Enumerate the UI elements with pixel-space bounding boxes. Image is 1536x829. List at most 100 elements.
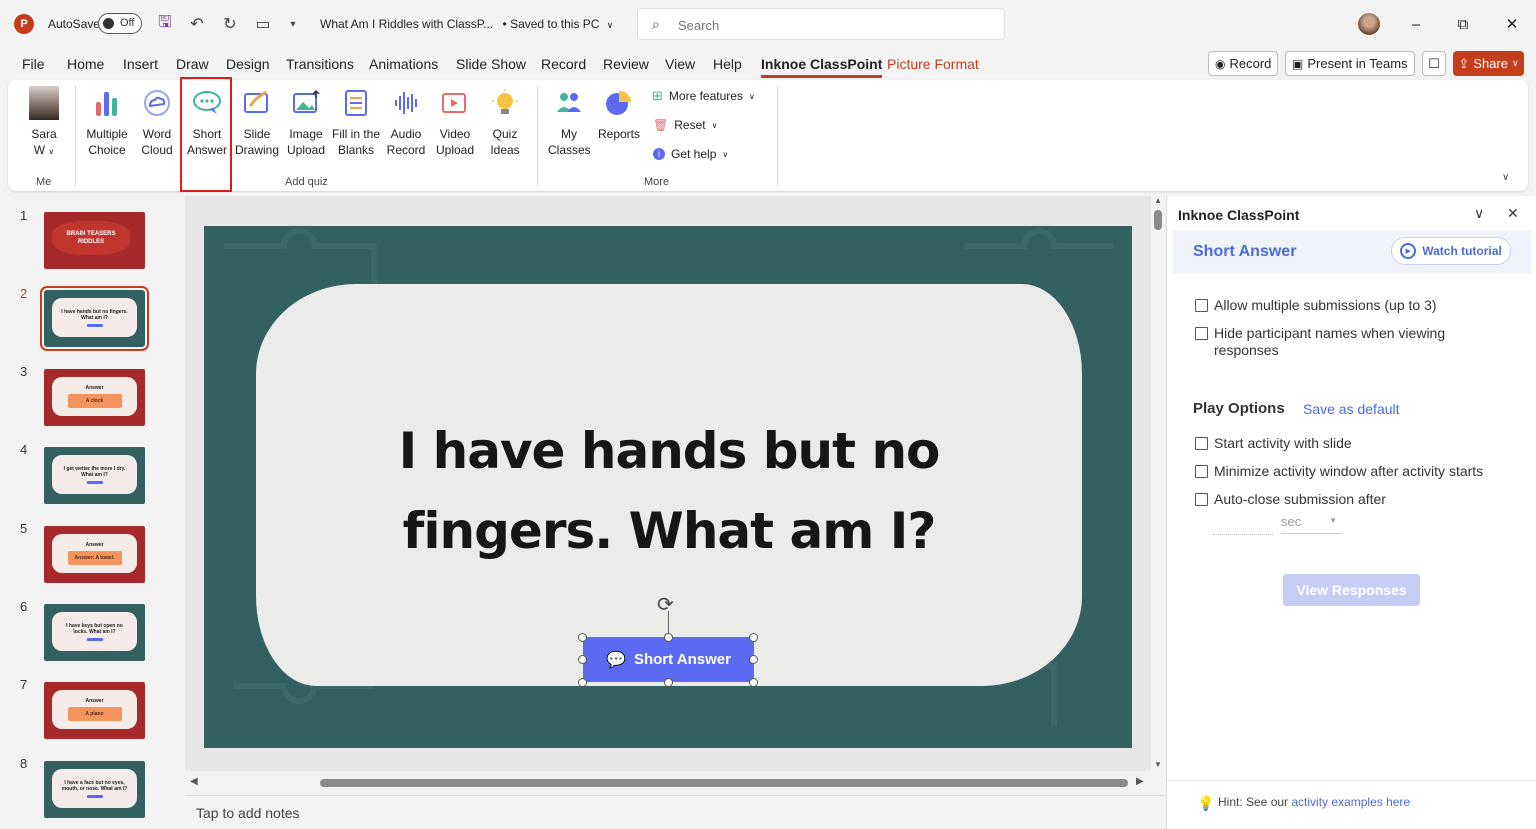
- my-classes-button[interactable]: My Classes: [548, 86, 591, 158]
- checkbox-box[interactable]: [1195, 327, 1208, 340]
- document-title[interactable]: What Am I Riddles with ClassP... • Saved…: [320, 17, 613, 31]
- tab-picture-format[interactable]: Picture Format: [887, 56, 979, 72]
- tab-file[interactable]: File: [22, 56, 45, 72]
- get-help-button[interactable]: i Get help ∨: [653, 147, 728, 161]
- vertical-scrollbar[interactable]: ▲ ▼: [1151, 196, 1165, 771]
- image-upload-button[interactable]: Image Upload: [284, 86, 328, 158]
- chevron-down-icon[interactable]: ∨: [1474, 205, 1484, 222]
- tab-draw[interactable]: Draw: [176, 56, 209, 72]
- slide-question-text[interactable]: I have hands but no fingers. What am I?: [324, 411, 1014, 571]
- start-activity-checkbox[interactable]: Start activity with slide: [1195, 435, 1352, 452]
- scroll-down-icon[interactable]: ▼: [1154, 760, 1162, 769]
- scrollbar-thumb[interactable]: [1154, 210, 1162, 230]
- resize-handle[interactable]: [664, 633, 673, 642]
- watch-tutorial-button[interactable]: ▶ Watch tutorial: [1391, 237, 1511, 265]
- reset-button[interactable]: 🗑 Reset ∨: [653, 118, 717, 132]
- slide-thumbnail-4[interactable]: I get wetter the more I dry. What am I?: [44, 447, 145, 504]
- tab-inknoe-classpoint[interactable]: Inknoe ClassPoint: [761, 56, 883, 78]
- word-cloud-button[interactable]: Word Cloud: [136, 86, 178, 158]
- watch-tutorial-label: Watch tutorial: [1422, 244, 1502, 258]
- minimize-window-checkbox[interactable]: Minimize activity window after activity …: [1195, 463, 1483, 480]
- tab-review[interactable]: Review: [603, 56, 649, 72]
- checkbox-box[interactable]: [1195, 493, 1208, 506]
- save-as-default-link[interactable]: Save as default: [1303, 401, 1400, 417]
- time-unit-select[interactable]: sec ▼: [1281, 514, 1341, 534]
- allow-multiple-submissions-checkbox[interactable]: Allow multiple submissions (up to 3): [1195, 297, 1437, 314]
- redo-icon[interactable]: ↻: [220, 14, 240, 34]
- thumb-button: [86, 480, 103, 484]
- search-input[interactable]: [678, 15, 978, 35]
- tab-view[interactable]: View: [665, 56, 695, 72]
- autosave-toggle[interactable]: Off: [98, 13, 142, 34]
- customize-toolbar-icon[interactable]: ▾: [283, 14, 303, 34]
- slide-thumbnail-3[interactable]: Answer A clock: [44, 369, 145, 426]
- audio-record-button[interactable]: Audio Record: [386, 86, 426, 158]
- record-button[interactable]: ◉ Record: [1208, 51, 1279, 76]
- hide-participant-names-checkbox[interactable]: Hide participant names when viewing respo…: [1195, 325, 1445, 359]
- scroll-left-icon[interactable]: ◀: [190, 776, 198, 787]
- scrollbar-thumb[interactable]: [320, 779, 1128, 787]
- scroll-up-icon[interactable]: ▲: [1154, 196, 1162, 205]
- profile-button[interactable]: Sara W ∨: [26, 86, 62, 160]
- present-from-start-icon[interactable]: ▭: [253, 14, 273, 34]
- tab-insert[interactable]: Insert: [123, 56, 158, 72]
- fill-blanks-line1: Fill in the: [331, 127, 381, 141]
- slide-thumbnail-5[interactable]: Answer Answer: A towel.: [44, 526, 145, 583]
- resize-handle[interactable]: [578, 655, 587, 664]
- minimize-icon[interactable]: –: [1404, 12, 1428, 36]
- quiz-ideas-button[interactable]: Quiz Ideas: [486, 86, 524, 158]
- restore-icon[interactable]: ⧉: [1451, 12, 1475, 36]
- multiple-choice-button[interactable]: Multiple Choice: [83, 86, 131, 158]
- activity-examples-link[interactable]: activity examples here: [1291, 795, 1410, 809]
- auto-close-seconds-input[interactable]: [1213, 515, 1273, 535]
- checkbox-box[interactable]: [1195, 299, 1208, 312]
- tab-transitions[interactable]: Transitions: [286, 56, 354, 72]
- checkbox-box[interactable]: [1195, 465, 1208, 478]
- close-icon[interactable]: ✕: [1507, 205, 1519, 222]
- scroll-right-icon[interactable]: ▶: [1136, 776, 1144, 787]
- rotate-handle-icon[interactable]: ⟳: [657, 592, 674, 617]
- reports-button[interactable]: Reports: [596, 86, 642, 142]
- resize-handle[interactable]: [578, 633, 587, 642]
- tab-home[interactable]: Home: [67, 56, 104, 72]
- slide-drawing-button[interactable]: Slide Drawing: [234, 86, 280, 158]
- save-icon[interactable]: 🖫: [155, 14, 175, 34]
- tab-record[interactable]: Record: [541, 56, 586, 72]
- resize-handle[interactable]: [578, 678, 587, 687]
- comments-button[interactable]: ☐: [1422, 51, 1446, 76]
- notes-area[interactable]: Tap to add notes: [185, 795, 1165, 829]
- horizontal-scrollbar[interactable]: ◀ ▶: [190, 776, 1148, 790]
- undo-icon[interactable]: ↶: [187, 14, 207, 34]
- video-upload-button[interactable]: Video Upload: [434, 86, 476, 158]
- resize-handle[interactable]: [749, 633, 758, 642]
- resize-handle[interactable]: [664, 678, 673, 687]
- resize-handle[interactable]: [749, 678, 758, 687]
- slide-thumbnail-7[interactable]: Answer A piano: [44, 682, 145, 739]
- slide-thumbnail-6[interactable]: I have keys but open no locks. What am I…: [44, 604, 145, 661]
- view-responses-button[interactable]: View Responses: [1283, 574, 1420, 606]
- thumb-title: Answer: [85, 385, 104, 391]
- tab-help[interactable]: Help: [713, 56, 742, 72]
- search-box[interactable]: ⌕: [637, 8, 1005, 40]
- present-in-teams-button[interactable]: ▣ Present in Teams: [1285, 51, 1415, 76]
- close-icon[interactable]: ✕: [1500, 12, 1524, 36]
- slide-thumbnail-8[interactable]: I have a face but no eyes, mouth, or nos…: [44, 761, 145, 818]
- short-answer-slide-button[interactable]: 💬 Short Answer: [583, 637, 754, 682]
- slide-thumbnail-1[interactable]: BRAIN TEASERS RIDDLES: [44, 212, 145, 269]
- slide-thumbnail-2[interactable]: I have hands but no fingers. What am I?: [40, 286, 149, 351]
- thumb-card: I get wetter the more I dry. What am I?: [52, 455, 137, 494]
- tab-animations[interactable]: Animations: [369, 56, 438, 72]
- video-upload-line2: Upload: [435, 143, 475, 157]
- thumb-title: Answer: [85, 698, 104, 704]
- auto-close-checkbox[interactable]: Auto-close submission after: [1195, 491, 1386, 508]
- resize-handle[interactable]: [749, 655, 758, 664]
- tab-slide-show[interactable]: Slide Show: [456, 56, 526, 72]
- more-features-button[interactable]: ⊞ More features ∨: [652, 88, 755, 104]
- collapse-ribbon-icon[interactable]: ∨: [1502, 172, 1509, 183]
- fill-in-the-blanks-button[interactable]: Fill in the Blanks: [330, 86, 382, 158]
- share-button[interactable]: ⇪ Share ∨: [1453, 51, 1524, 76]
- user-avatar[interactable]: [1358, 13, 1380, 35]
- thumb-card: I have hands but no fingers. What am I?: [52, 298, 137, 337]
- tab-design[interactable]: Design: [226, 56, 270, 72]
- checkbox-box[interactable]: [1195, 437, 1208, 450]
